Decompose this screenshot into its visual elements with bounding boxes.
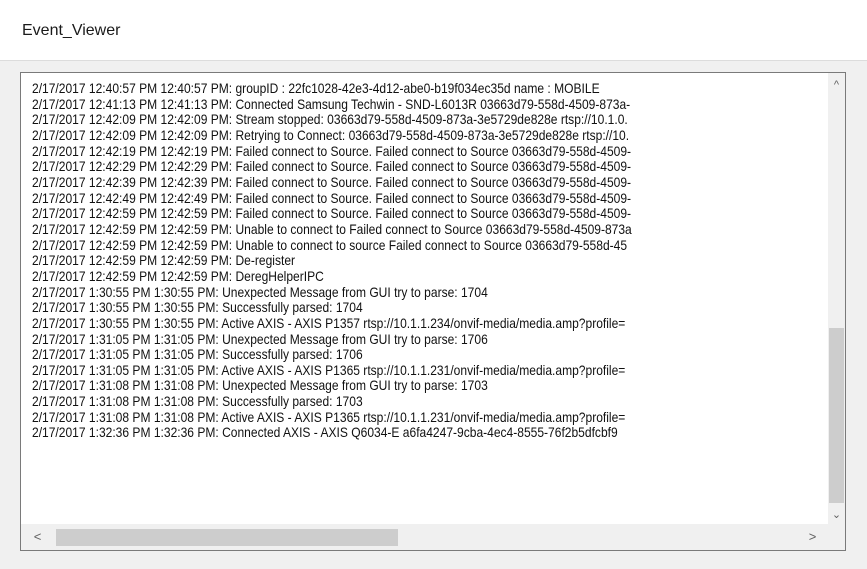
horizontal-scrollbar[interactable]: < > (21, 524, 829, 550)
log-line: 2/17/2017 1:31:05 PM 1:31:05 PM: Success… (32, 346, 363, 363)
log-line: 2/17/2017 12:42:59 PM 12:42:59 PM: De-re… (32, 252, 296, 269)
vertical-scrollbar[interactable]: ^ ⌄ (828, 73, 845, 526)
horizontal-scroll-thumb[interactable] (56, 529, 398, 546)
scroll-right-icon[interactable]: > (804, 528, 821, 545)
log-line: 2/17/2017 12:42:49 PM 12:42:49 PM: Faile… (32, 189, 632, 206)
log-line: 2/17/2017 1:30:55 PM 1:30:55 PM: Success… (32, 299, 363, 316)
log-line: 2/17/2017 12:42:19 PM 12:42:19 PM: Faile… (32, 142, 632, 159)
log-line: 2/17/2017 12:42:39 PM 12:42:39 PM: Faile… (32, 173, 632, 190)
log-line: 2/17/2017 12:42:59 PM 12:42:59 PM: Faile… (32, 205, 632, 222)
log-line: 2/17/2017 1:30:55 PM 1:30:55 PM: Active … (32, 314, 626, 331)
scroll-down-icon[interactable]: ⌄ (828, 506, 845, 523)
scrollbar-corner (828, 524, 845, 550)
event-viewer-window: Event_Viewer 2/17/2017 12:40:57 PM 12:40… (0, 0, 867, 569)
log-line: 2/17/2017 1:31:05 PM 1:31:05 PM: Unexpec… (32, 330, 488, 347)
log-line: 2/17/2017 12:40:57 PM 12:40:57 PM: group… (32, 80, 600, 96)
log-lines: 2/17/2017 12:40:57 PM 12:40:57 PM: group… (32, 80, 632, 441)
vertical-scroll-thumb[interactable] (829, 328, 844, 503)
log-line: 2/17/2017 1:32:36 PM 1:32:36 PM: Connect… (32, 424, 618, 441)
log-line: 2/17/2017 12:42:59 PM 12:42:59 PM: Dereg… (32, 267, 324, 284)
log-line: 2/17/2017 1:31:05 PM 1:31:05 PM: Active … (32, 361, 626, 378)
log-line: 2/17/2017 1:30:55 PM 1:30:55 PM: Unexpec… (32, 283, 488, 300)
log-line: 2/17/2017 12:42:29 PM 12:42:29 PM: Faile… (32, 158, 632, 175)
scroll-left-icon[interactable]: < (29, 528, 46, 545)
log-line: 2/17/2017 1:31:08 PM 1:31:08 PM: Success… (32, 393, 363, 410)
title-bar: Event_Viewer (0, 0, 867, 61)
log-line: 2/17/2017 12:41:13 PM 12:41:13 PM: Conne… (32, 95, 631, 112)
scroll-up-icon[interactable]: ^ (828, 76, 845, 93)
log-line: 2/17/2017 12:42:09 PM 12:42:09 PM: Retry… (32, 126, 630, 143)
log-line: 2/17/2017 1:31:08 PM 1:31:08 PM: Unexpec… (32, 377, 488, 394)
log-line: 2/17/2017 1:31:08 PM 1:31:08 PM: Active … (32, 408, 626, 425)
log-content[interactable]: 2/17/2017 12:40:57 PM 12:40:57 PM: group… (21, 73, 829, 526)
log-textbox[interactable]: 2/17/2017 12:40:57 PM 12:40:57 PM: group… (20, 72, 846, 551)
window-title: Event_Viewer (22, 22, 121, 39)
log-line: 2/17/2017 12:42:09 PM 12:42:09 PM: Strea… (32, 111, 628, 128)
log-line: 2/17/2017 12:42:59 PM 12:42:59 PM: Unabl… (32, 220, 632, 237)
log-line: 2/17/2017 12:42:59 PM 12:42:59 PM: Unabl… (32, 236, 628, 253)
